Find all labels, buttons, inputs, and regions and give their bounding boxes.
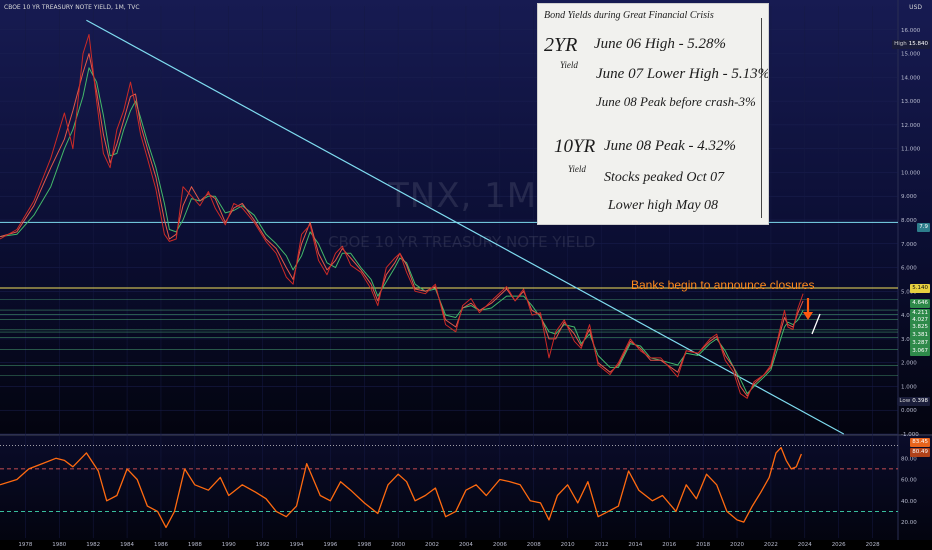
- high-value: 15.840: [908, 41, 928, 47]
- y-tick-label: 14.000: [901, 75, 921, 81]
- x-tick-label: 2014: [628, 542, 642, 548]
- y-tick-label: 6.000: [901, 266, 917, 272]
- x-tick-label: 1986: [154, 542, 168, 548]
- x-tick-label: 1988: [188, 542, 202, 548]
- note-line-4: June 08 Peak - 4.32%: [604, 138, 737, 154]
- x-tick-label: 1994: [290, 542, 304, 548]
- low-value: 0.398: [912, 398, 928, 404]
- y-tick-label: 8.000: [901, 218, 917, 224]
- y-tick-label: 11.000: [901, 147, 921, 153]
- currency-label[interactable]: USD: [909, 4, 922, 11]
- x-tick-label: 2024: [798, 542, 812, 548]
- note-line-6: Lower high May 08: [608, 198, 719, 213]
- y-tick-label: 13.000: [901, 99, 921, 105]
- watermark-ticker: TNX, 1M: [388, 176, 538, 216]
- y-tick-label: 2.000: [901, 361, 917, 367]
- x-tick-label: 1992: [256, 542, 270, 548]
- x-tick-label: 2004: [459, 542, 473, 548]
- x-tick-label: 2002: [425, 542, 439, 548]
- rsi-tag-a: 83.45: [910, 438, 930, 447]
- level-tag: 4.646: [910, 299, 930, 308]
- high-price-tag: High 15.840: [892, 40, 930, 49]
- note-line-2: June 07 Lower High - 5.13%: [596, 66, 769, 82]
- y-tick-label: 1.000: [901, 384, 917, 390]
- x-tick-label: 1996: [323, 542, 337, 548]
- y-tick-label: 15.000: [901, 52, 921, 58]
- x-tick-label: 2000: [391, 542, 405, 548]
- note-yield-label-1: Yield: [560, 60, 578, 70]
- low-key: Low: [899, 398, 911, 404]
- tradingview-chart-window: { "header": { "symbol_line": "CBOE 10 YR…: [0, 0, 932, 550]
- note-10yr-label: 10YR: [554, 136, 596, 157]
- x-tick-label: 2018: [696, 542, 710, 548]
- chart-canvas[interactable]: 16.000 15.000 14.000 13.000 12.000 11.000 10.0…: [0, 0, 932, 550]
- y-tick-label: 12.000: [901, 123, 921, 129]
- note-line-3: June 08 Peak before crash-3%: [596, 94, 756, 109]
- rsi-tick-label: 80.00: [901, 456, 917, 462]
- x-tick-label: 1984: [120, 542, 134, 548]
- whiteboard-note-image[interactable]: Bond Yields during Great Financial Crisi…: [537, 3, 769, 225]
- rsi-tick-label: 20.00: [901, 520, 917, 526]
- y-tick-label: 16.000: [901, 28, 921, 34]
- high-key: High: [894, 41, 907, 47]
- y-tick-label: 9.000: [901, 194, 917, 200]
- rsi-tick-label: 40.00: [901, 499, 917, 505]
- note-line-1: June 06 High - 5.28%: [594, 36, 727, 52]
- annotation-text[interactable]: Banks begin to announce closures: [631, 278, 814, 292]
- x-tick-label: 2012: [594, 542, 608, 548]
- rsi-tick-label: 60.00: [901, 478, 917, 484]
- note-2yr-label: 2YR: [544, 34, 578, 56]
- note-margin-line: [761, 18, 762, 218]
- level-tag-yellow: 5.140: [910, 284, 930, 293]
- note-line-5: Stocks peaked Oct 07: [604, 170, 725, 185]
- rsi-tag-b: 80.49: [910, 448, 930, 457]
- watermark-name: CBOE 10 YR TREASURY NOTE YIELD: [328, 233, 596, 251]
- x-tick-label: 1978: [18, 542, 32, 548]
- y-tick-label: 7.000: [901, 242, 917, 248]
- note-yield-label-2: Yield: [568, 164, 586, 174]
- x-tick-label: 2006: [493, 542, 507, 548]
- y-tick-label: 0.000: [901, 408, 917, 414]
- x-tick-label: 2026: [832, 542, 846, 548]
- x-tick-label: 2016: [662, 542, 676, 548]
- x-tick-label: 2010: [561, 542, 575, 548]
- x-tick-label: 1982: [86, 542, 100, 548]
- x-tick-label: 1990: [222, 542, 236, 548]
- y-tick-label: 10.000: [901, 170, 921, 176]
- symbol-header[interactable]: CBOE 10 YR TREASURY NOTE YIELD, 1M, TVC: [4, 4, 140, 11]
- level-tag-cyan: 7.9: [917, 223, 930, 232]
- x-tick-label: 2028: [866, 542, 880, 548]
- x-tick-label: 2022: [764, 542, 778, 548]
- note-title: Bond Yields during Great Financial Crisi…: [544, 10, 714, 21]
- x-tick-label: 1998: [357, 542, 371, 548]
- x-tick-label: 2020: [730, 542, 744, 548]
- low-price-tag: Low 0.398: [897, 397, 930, 406]
- x-tick-label: 1980: [52, 542, 66, 548]
- level-tag: 3.067: [910, 347, 930, 356]
- x-tick-label: 2008: [527, 542, 541, 548]
